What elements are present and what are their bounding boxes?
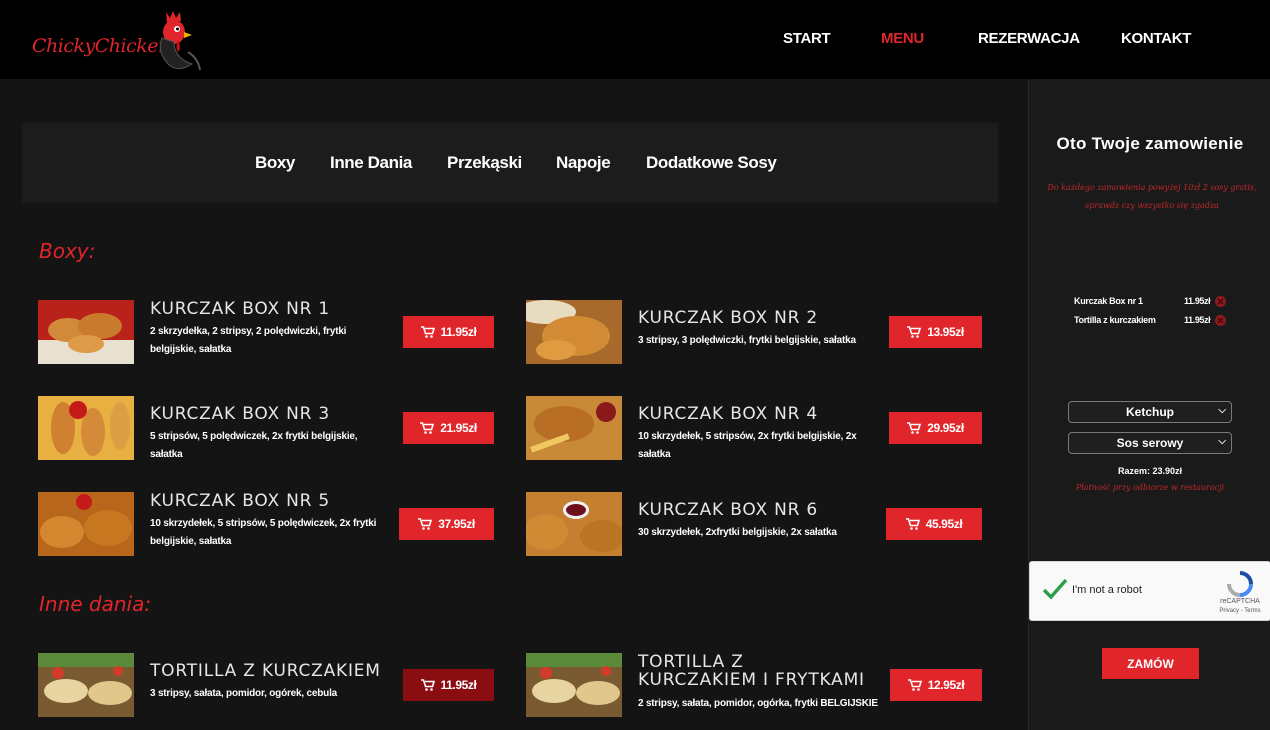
price-label: 11.95zł (440, 325, 477, 339)
cart-icon (907, 679, 922, 691)
category-inne-dania[interactable]: Inne Dania (330, 153, 412, 173)
item-name: KURCZAK BOX NR 2 (638, 308, 819, 328)
food-image (526, 653, 622, 717)
item-description: 3 stripsy, sałata, pomidor, ogórek, cebu… (150, 688, 338, 699)
price-label: 11.95zł (440, 678, 477, 692)
section-title-inne-dania: Inne dania: (39, 592, 152, 616)
order-line-name: Tortilla z kurczakiem (1074, 315, 1156, 325)
item-description: 5 stripsów, 5 polędwiczek, 2x frytki bel… (150, 431, 358, 460)
item-description: 30 skrzydełek, 2xfrytki belgijskie, 2x s… (638, 527, 837, 538)
cart-icon (907, 326, 922, 338)
top-navbar: ChickyChicken START MENU REZERWACJA KONT… (0, 0, 1270, 79)
food-image (526, 492, 622, 556)
main-nav: START MENU REZERWACJA KONTAKT (0, 30, 1270, 50)
nav-kontakt[interactable]: KONTAKT (1121, 30, 1191, 47)
food-image (38, 300, 134, 364)
menu-content: Boxy Inne Dania Przekąski Napoje Dodatko… (0, 79, 1028, 730)
remove-icon[interactable] (1215, 296, 1226, 307)
cart-icon (420, 679, 435, 691)
item-name: TORTILLA Z KURCZAKIEM I FRYTKAMI (638, 652, 865, 690)
item-description: 3 stripsy, 3 polędwiczki, frytki belgijs… (638, 335, 856, 346)
sauce-select-2[interactable]: Sos serowy ⌵ (1068, 432, 1232, 454)
captcha-links[interactable]: Privacy - Terms (1210, 608, 1270, 614)
menu-item: TORTILLA Z KURCZAKIEM 3 stripsy, sałata,… (38, 653, 498, 717)
category-przekaski[interactable]: Przekąski (447, 153, 522, 173)
price-label: 29.95zł (927, 421, 964, 435)
price-label: 21.95zł (440, 421, 477, 435)
item-description: 2 stripsy, sałata, pomidor, ogórka, fryt… (638, 698, 878, 709)
order-line-price: 11.95zł (1184, 296, 1211, 306)
order-title: Oto Twoje zamowienie (1056, 134, 1244, 153)
add-to-cart-button[interactable]: 11.95zł (403, 316, 494, 348)
item-name: TORTILLA Z KURCZAKIEM (150, 661, 381, 681)
recaptcha-logo-icon (1227, 571, 1253, 597)
remove-icon[interactable] (1215, 315, 1226, 326)
cart-icon (418, 518, 433, 530)
captcha-brand: reCAPTCHA (1220, 598, 1260, 605)
add-to-cart-button[interactable]: 12.95zł (890, 669, 982, 701)
add-to-cart-button[interactable]: 37.95zł (399, 508, 494, 540)
item-name: KURCZAK BOX NR 4 (638, 404, 819, 424)
food-image (526, 300, 622, 364)
item-description: 10 skrzydełek, 5 stripsów, 5 polędwiczek… (150, 518, 377, 547)
add-to-cart-button[interactable]: 45.95zł (886, 508, 982, 540)
payment-note: Płatność przy odbiorze w restauracji (1075, 483, 1225, 492)
section-title-boxy: Boxy: (39, 239, 96, 263)
item-name: KURCZAK BOX NR 3 (150, 404, 331, 424)
menu-item: KURCZAK BOX NR 2 3 stripsy, 3 polędwiczk… (526, 300, 986, 364)
sauce-select-1[interactable]: Ketchup ⌵ (1068, 401, 1232, 423)
recaptcha-widget[interactable]: I'm not a robot reCAPTCHA Privacy - Term… (1029, 561, 1270, 621)
order-total: Razem: 23.90zł (1117, 466, 1183, 476)
order-sidebar: Oto Twoje zamowienie Do każdego zamowien… (1028, 79, 1270, 730)
food-image (526, 396, 622, 460)
category-bar: Boxy Inne Dania Przekąski Napoje Dodatko… (22, 123, 998, 203)
add-to-cart-button[interactable]: 21.95zł (403, 412, 494, 444)
captcha-label: I'm not a robot (1072, 584, 1142, 596)
price-label: 13.95zł (927, 325, 964, 339)
order-line-price: 11.95zł (1184, 315, 1211, 325)
item-name: KURCZAK BOX NR 6 (638, 500, 819, 520)
category-dodatkowe-sosy[interactable]: Dodatkowe Sosy (646, 153, 777, 173)
cart-icon (907, 422, 922, 434)
price-label: 45.95zł (925, 517, 963, 531)
add-to-cart-button[interactable]: 29.95zł (889, 412, 982, 444)
price-label: 12.95zł (927, 678, 965, 692)
order-note: Do każdego zamowienia powyżej 10zł 2 sos… (1047, 183, 1257, 210)
menu-item: KURCZAK BOX NR 4 10 skrzydełek, 5 strips… (526, 396, 986, 460)
nav-menu[interactable]: MENU (881, 30, 924, 47)
checkmark-icon[interactable] (1042, 578, 1068, 600)
category-boxy[interactable]: Boxy (255, 153, 295, 173)
food-image (38, 396, 134, 460)
food-image (38, 492, 134, 556)
item-description: 2 skrzydełka, 2 stripsy, 2 polędwiczki, … (150, 326, 347, 355)
nav-rezerwacja[interactable]: REZERWACJA (978, 30, 1080, 47)
cart-icon (420, 422, 435, 434)
cart-icon (905, 518, 920, 530)
menu-item: KURCZAK BOX NR 3 5 stripsów, 5 polędwicz… (38, 396, 498, 460)
chevron-down-icon: ⌵ (1218, 436, 1226, 447)
price-label: 37.95zł (438, 517, 475, 531)
category-napoje[interactable]: Napoje (556, 153, 611, 173)
menu-item: TORTILLA Z KURCZAKIEM I FRYTKAMI 2 strip… (526, 653, 986, 717)
item-description: 10 skrzydełek, 5 stripsów, 2x frytki bel… (638, 431, 857, 460)
nav-start[interactable]: START (783, 30, 831, 47)
chevron-down-icon: ⌵ (1218, 405, 1226, 416)
cart-icon (420, 326, 435, 338)
item-name: KURCZAK BOX NR 1 (150, 299, 331, 319)
sauce-select-1-value: Ketchup (1126, 405, 1174, 419)
menu-item: KURCZAK BOX NR 5 10 skrzydełek, 5 strips… (38, 492, 498, 556)
menu-item: KURCZAK BOX NR 1 2 skrzydełka, 2 stripsy… (38, 300, 498, 364)
add-to-cart-button[interactable]: 11.95zł (403, 669, 494, 701)
submit-order-button[interactable]: ZAMÓW (1102, 648, 1199, 679)
item-name: KURCZAK BOX NR 5 (150, 491, 331, 511)
menu-item: KURCZAK BOX NR 6 30 skrzydełek, 2xfrytki… (526, 492, 986, 556)
sauce-select-2-value: Sos serowy (1116, 436, 1184, 450)
add-to-cart-button[interactable]: 13.95zł (889, 316, 982, 348)
food-image (38, 653, 134, 717)
order-line-name: Kurczak Box nr 1 (1074, 296, 1143, 306)
